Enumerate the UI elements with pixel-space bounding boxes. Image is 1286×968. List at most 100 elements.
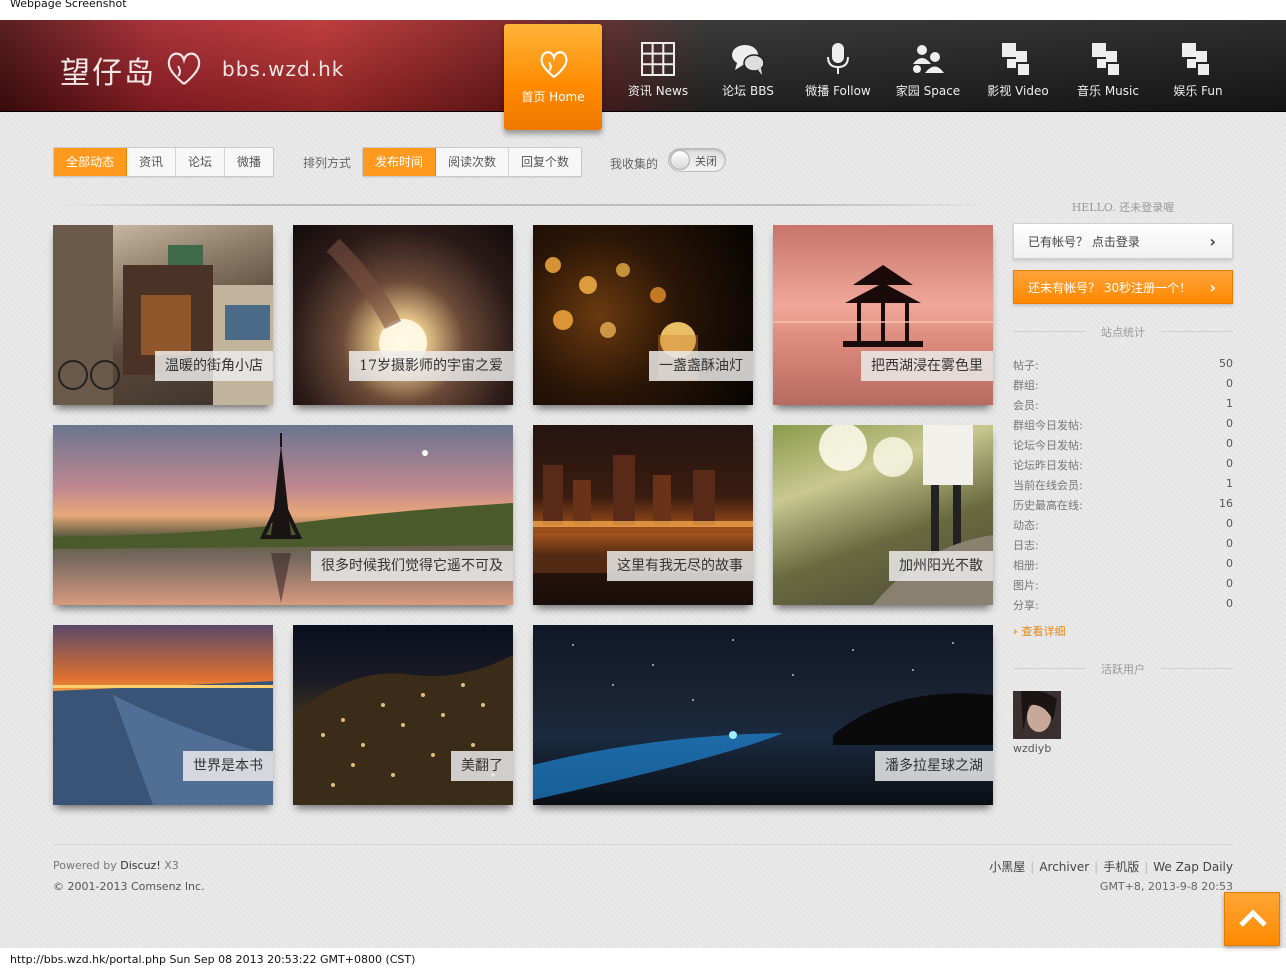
status-bar: http://bbs.wzd.hk/portal.php Sun Sep 08 …: [10, 953, 416, 966]
stat-value: 0: [1226, 557, 1233, 570]
stat-label: 图片:: [1013, 579, 1039, 592]
nav-fun[interactable]: 娱乐 Fun: [1153, 40, 1243, 110]
stat-value: 0: [1226, 417, 1233, 430]
stat-label: 群组:: [1013, 379, 1039, 392]
stats-heading: 站点统计: [1013, 324, 1233, 339]
discuz-link[interactable]: Discuz!: [120, 859, 160, 872]
microphone-icon: [827, 43, 849, 74]
footer-link-daily[interactable]: We Zap Daily: [1153, 860, 1233, 874]
photo-tile[interactable]: 世界是本书: [53, 625, 273, 805]
stat-label: 日志:: [1013, 539, 1039, 552]
stat-row: 相册: 0: [1013, 557, 1233, 577]
site-logo-text[interactable]: 望仔岛: [60, 48, 156, 92]
stat-label: 历史最高在线:: [1013, 499, 1083, 512]
tile-caption: 美翻了: [451, 751, 513, 781]
chat-bubbles-icon: [732, 45, 765, 75]
stat-value: 0: [1226, 457, 1233, 470]
login-button[interactable]: 已有帐号？ 点击登录 ›: [1013, 223, 1233, 259]
stat-label: 论坛今日发帖:: [1013, 439, 1083, 452]
stat-row: 群组今日发帖: 0: [1013, 417, 1233, 437]
tile-caption: 这里有我无尽的故事: [607, 551, 753, 581]
photo-tile[interactable]: 一盏盏酥油灯: [533, 225, 753, 405]
tile-caption: 把西湖浸在雾色里: [861, 351, 993, 381]
separator: |: [1144, 860, 1149, 874]
login-greeting: HELLO. 还未登录喔: [1071, 201, 1175, 214]
toggle-knob: [670, 150, 690, 170]
copyright: © 2001-2013 Comsenz Inc.: [53, 880, 205, 893]
stat-value: 1: [1226, 477, 1233, 490]
favorites-toggle[interactable]: 关闭: [668, 148, 726, 172]
photo-tile[interactable]: 温暖的街角小店: [53, 225, 273, 405]
tab-follow[interactable]: 微播: [225, 148, 273, 176]
separator: |: [1030, 860, 1035, 874]
photo-tile[interactable]: 潘多拉星球之湖: [533, 625, 993, 805]
back-to-top-button[interactable]: [1224, 892, 1280, 946]
nav-bbs[interactable]: 论坛 BBS: [703, 40, 793, 110]
sort-by-replies[interactable]: 回复个数: [509, 148, 581, 176]
stat-label: 分享:: [1013, 599, 1039, 612]
stat-value: 0: [1226, 377, 1233, 390]
stat-row: 日志: 0: [1013, 537, 1233, 557]
nav-follow[interactable]: 微播 Follow: [793, 40, 883, 110]
users-icon: [913, 45, 944, 73]
view-details-link[interactable]: › 查看详细: [1013, 623, 1066, 639]
nav-news[interactable]: 资讯 News: [613, 40, 703, 110]
sort-label: 排列方式: [303, 156, 352, 170]
stat-value: 16: [1219, 497, 1233, 510]
grid-icon: [641, 42, 675, 76]
window-caption: Webpage Screenshot: [10, 0, 127, 10]
nav-video[interactable]: 影视 Video: [973, 40, 1063, 110]
nav-bbs-label: 论坛 BBS: [722, 84, 774, 98]
heart-logo-icon[interactable]: [162, 46, 206, 94]
nav-space[interactable]: 家园 Space: [883, 40, 973, 110]
stat-value: 0: [1226, 517, 1233, 530]
photo-tile[interactable]: 17岁摄影师的宇宙之爱: [293, 225, 513, 405]
active-user-name[interactable]: wzdiyb: [1013, 742, 1051, 755]
stat-row: 当前在线会员: 1: [1013, 477, 1233, 497]
photo-tile[interactable]: 加州阳光不散: [773, 425, 993, 605]
footer-link-blacklist[interactable]: 小黑屋: [989, 860, 1025, 874]
tile-caption: 温暖的街角小店: [155, 351, 273, 381]
avatar[interactable]: [1013, 691, 1061, 739]
tab-bbs[interactable]: 论坛: [176, 148, 226, 176]
powered-version: X3: [160, 859, 179, 872]
stat-row: 分享: 0: [1013, 597, 1233, 617]
site-url[interactable]: bbs.wzd.hk: [222, 57, 344, 81]
tab-news[interactable]: 资讯: [127, 148, 177, 176]
chevron-right-icon: ›: [1209, 278, 1216, 297]
nav-home[interactable]: 首页 Home: [504, 24, 602, 130]
nav-music[interactable]: 音乐 Music: [1063, 40, 1153, 110]
blocks-icon: [1002, 43, 1029, 75]
stat-row: 群组: 0: [1013, 377, 1233, 397]
tab-all[interactable]: 全部动态: [54, 148, 128, 176]
footer-link-mobile[interactable]: 手机版: [1103, 860, 1139, 874]
stat-value: 0: [1226, 537, 1233, 550]
photo-tile[interactable]: 很多时候我们觉得它遥不可及: [53, 425, 513, 605]
powered-by: Powered by Discuz! X3: [53, 859, 179, 872]
tile-caption: 很多时候我们觉得它遥不可及: [311, 551, 513, 581]
favorites-label: 我收集的: [610, 157, 659, 171]
photo-tile[interactable]: 把西湖浸在雾色里: [773, 225, 993, 405]
arrow-up-icon: [1239, 909, 1267, 927]
stat-value: 50: [1219, 357, 1233, 370]
register-button[interactable]: 还未有帐号？ 30秒注册一个！ ›: [1013, 270, 1233, 304]
page-frame: 望仔岛 bbs.wzd.hk 首页 Home 资讯 News 论坛 BBS 微播…: [0, 20, 1286, 948]
tile-caption: 一盏盏酥油灯: [649, 351, 753, 381]
footer-link-archiver[interactable]: Archiver: [1039, 860, 1089, 874]
stat-label: 群组今日发帖:: [1013, 419, 1083, 432]
stat-label: 动态:: [1013, 519, 1039, 532]
photo-tile[interactable]: 这里有我无尽的故事: [533, 425, 753, 605]
type-filter-tabs: 全部动态 资讯 论坛 微播: [53, 147, 275, 177]
active-users-heading: 活跃用户: [1013, 661, 1233, 676]
photo-tile[interactable]: 美翻了: [293, 625, 513, 805]
stat-value: 1: [1226, 397, 1233, 410]
sort-by-date[interactable]: 发布时间: [363, 148, 437, 176]
powered-prefix: Powered by: [53, 859, 121, 872]
stat-label: 当前在线会员:: [1013, 479, 1083, 492]
sort-tabs: 发布时间 阅读次数 回复个数: [362, 147, 583, 177]
sort-by-views[interactable]: 阅读次数: [436, 148, 510, 176]
stat-label: 论坛昨日发帖:: [1013, 459, 1083, 472]
user-avatar-image: [1013, 691, 1061, 739]
nav-music-label: 音乐 Music: [1077, 84, 1139, 98]
toggle-state-text: 关闭: [695, 155, 717, 168]
